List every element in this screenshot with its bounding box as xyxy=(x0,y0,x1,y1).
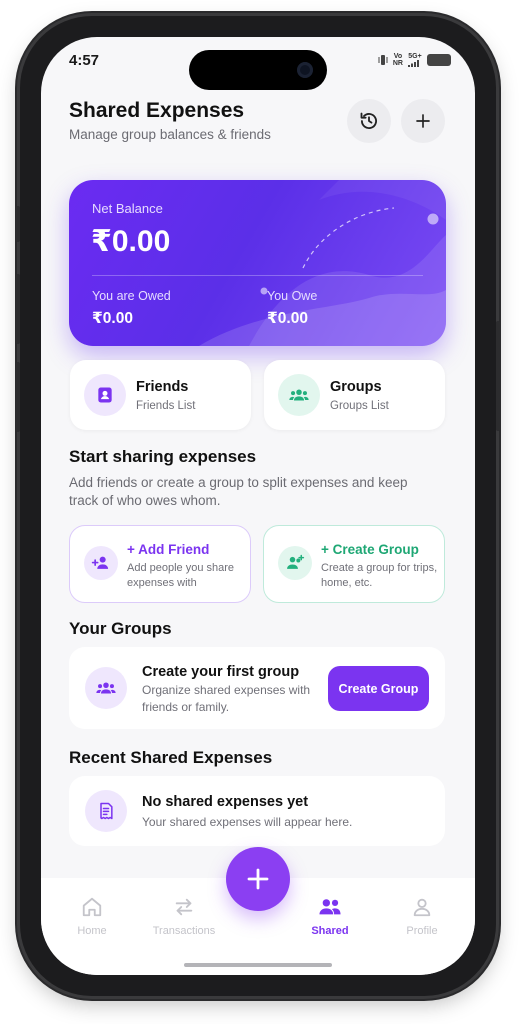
owed-label: You are Owed xyxy=(92,289,171,303)
profile-icon xyxy=(413,898,431,917)
contact-icon-badge xyxy=(84,374,126,416)
history-button[interactable] xyxy=(347,99,391,143)
tab-transactions-label: Transactions xyxy=(152,925,216,937)
volte-indicator: Vo NR xyxy=(392,53,403,67)
swap-icon xyxy=(175,898,193,916)
network-indicator: 5G+ xyxy=(408,53,422,67)
create-first-group-title: Create your first group xyxy=(142,664,300,680)
create-group-button[interactable]: Create Group xyxy=(328,666,429,711)
owe-label: You Owe xyxy=(267,289,318,303)
groups-subtitle: Groups List xyxy=(330,400,389,412)
receipt-icon-badge xyxy=(85,790,127,832)
page-title: Shared Expenses xyxy=(69,99,245,122)
status-icons: Vo NR 5G+ xyxy=(378,53,451,67)
group-icon-badge xyxy=(278,374,320,416)
create-first-group-card: Create your first group Organize shared … xyxy=(69,647,445,729)
group-icon xyxy=(96,682,116,694)
your-groups-title: Your Groups xyxy=(69,619,172,638)
plus-icon xyxy=(416,114,430,128)
owe-value: ₹0.00 xyxy=(267,310,308,327)
add-button[interactable] xyxy=(401,99,445,143)
receipt-icon xyxy=(100,802,113,820)
net-balance-value: ₹0.00 xyxy=(91,225,171,258)
vibrate-icon xyxy=(378,55,388,65)
status-time: 4:57 xyxy=(69,52,100,69)
add-expense-fab[interactable] xyxy=(226,847,290,911)
contact-icon xyxy=(98,387,112,403)
power-button xyxy=(496,321,500,431)
tab-shared[interactable]: Shared xyxy=(290,896,370,937)
start-sharing-title: Start sharing expenses xyxy=(69,447,257,466)
empty-expenses-card: No shared expenses yet Your shared expen… xyxy=(69,776,445,846)
tab-profile-label: Profile xyxy=(406,925,438,937)
tab-home[interactable]: Home xyxy=(52,896,132,937)
add-person-icon xyxy=(91,556,109,569)
groups-tile[interactable]: Groups Groups List xyxy=(264,360,445,430)
camera-icon xyxy=(297,62,313,78)
create-group-subtitle: Create a group for trips, home, etc. xyxy=(321,562,438,589)
create-first-group-subtitle: Organize shared expenses with friends or… xyxy=(142,683,311,714)
tab-shared-label: Shared xyxy=(311,925,349,937)
tab-home-label: Home xyxy=(77,925,107,937)
owed-value: ₹0.00 xyxy=(92,310,133,327)
plus-icon xyxy=(247,868,269,890)
net-balance-label: Net Balance xyxy=(92,201,163,216)
card-divider xyxy=(92,275,423,276)
dynamic-island xyxy=(189,50,327,90)
create-group-title: + Create Group xyxy=(321,542,419,557)
friends-tile[interactable]: Friends Friends List xyxy=(70,360,251,430)
create-group-card[interactable]: + Create Group Create a group for trips,… xyxy=(263,525,445,603)
signal-icon xyxy=(408,60,419,67)
group-icon-badge xyxy=(85,667,127,709)
battery-icon xyxy=(427,54,451,66)
volume-up-button xyxy=(16,274,20,344)
tab-transactions[interactable]: Transactions xyxy=(144,896,224,937)
add-friend-card[interactable]: + Add Friend Add people you share expens… xyxy=(69,525,251,603)
groups-title: Groups xyxy=(330,379,382,395)
network-label: 5G+ xyxy=(408,53,422,60)
page-subtitle: Manage group balances & friends xyxy=(69,127,271,142)
add-group-icon-badge xyxy=(278,546,312,580)
friends-title: Friends xyxy=(136,379,189,395)
start-sharing-description: Add friends or create a group to split e… xyxy=(69,475,408,508)
net-balance-card[interactable]: Net Balance ₹0.00 You are Owed ₹0.00 You… xyxy=(69,180,446,346)
empty-expenses-title: No shared expenses yet xyxy=(142,794,309,810)
tab-profile[interactable]: Profile xyxy=(382,896,462,937)
home-indicator xyxy=(184,963,332,967)
add-friend-title: + Add Friend xyxy=(127,542,210,557)
people-icon xyxy=(319,899,341,915)
add-person-icon-badge xyxy=(84,546,118,580)
add-friend-subtitle: Add people you share expenses with xyxy=(127,562,235,589)
app-screen: 4:57 Vo NR 5G+ Shared Expenses Manage gro… xyxy=(41,37,475,975)
home-icon xyxy=(82,897,102,917)
action-button xyxy=(16,206,20,242)
history-icon xyxy=(360,112,377,130)
empty-expenses-subtitle: Your shared expenses will appear here. xyxy=(142,815,353,829)
recent-expenses-title: Recent Shared Expenses xyxy=(69,748,273,767)
friends-subtitle: Friends List xyxy=(136,400,196,412)
volume-down-button xyxy=(16,362,20,432)
group-icon xyxy=(289,389,309,401)
add-group-icon xyxy=(287,554,305,569)
